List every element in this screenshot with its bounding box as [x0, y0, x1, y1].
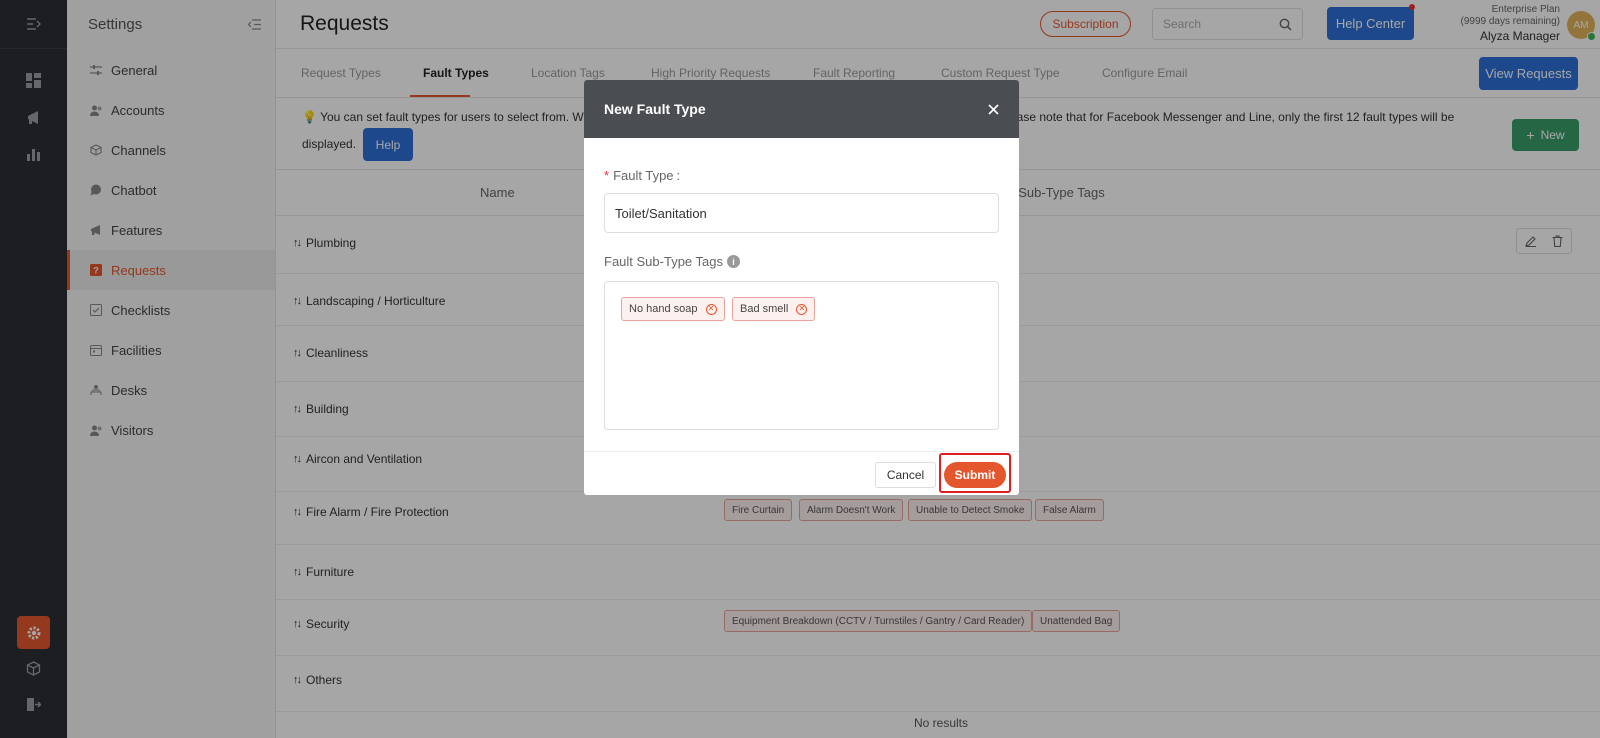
modal-title: New Fault Type	[604, 101, 706, 117]
required-marker: *	[604, 168, 610, 183]
modal-header: New Fault Type	[584, 80, 1019, 138]
tag-chip: Bad smell ✕	[732, 297, 816, 321]
fault-type-input[interactable]	[604, 193, 999, 233]
fault-type-label-text: Fault Type	[613, 168, 674, 183]
tag-chip-label: No hand soap	[629, 303, 698, 315]
modal-body: * Fault Type: Fault Sub-Type Tags i No h…	[584, 138, 1019, 451]
submit-highlight-box	[939, 453, 1011, 493]
sub-type-label: Fault Sub-Type Tags i	[604, 254, 740, 269]
remove-tag-icon[interactable]: ✕	[705, 303, 717, 315]
tag-chip-label: Bad smell	[740, 303, 789, 315]
close-icon[interactable]	[988, 103, 999, 115]
new-fault-type-modal: New Fault Type * Fault Type: Fault Sub-T…	[584, 80, 1019, 495]
label-colon: :	[676, 168, 681, 183]
info-icon[interactable]: i	[727, 255, 740, 268]
sub-type-label-text: Fault Sub-Type Tags	[604, 254, 723, 269]
tag-chip: No hand soap ✕	[621, 297, 725, 321]
cancel-button[interactable]: Cancel	[875, 462, 936, 488]
fault-type-label: * Fault Type:	[604, 168, 680, 183]
remove-tag-icon[interactable]: ✕	[796, 303, 808, 315]
sub-type-tags-input[interactable]: No hand soap ✕ Bad smell ✕	[604, 281, 999, 430]
